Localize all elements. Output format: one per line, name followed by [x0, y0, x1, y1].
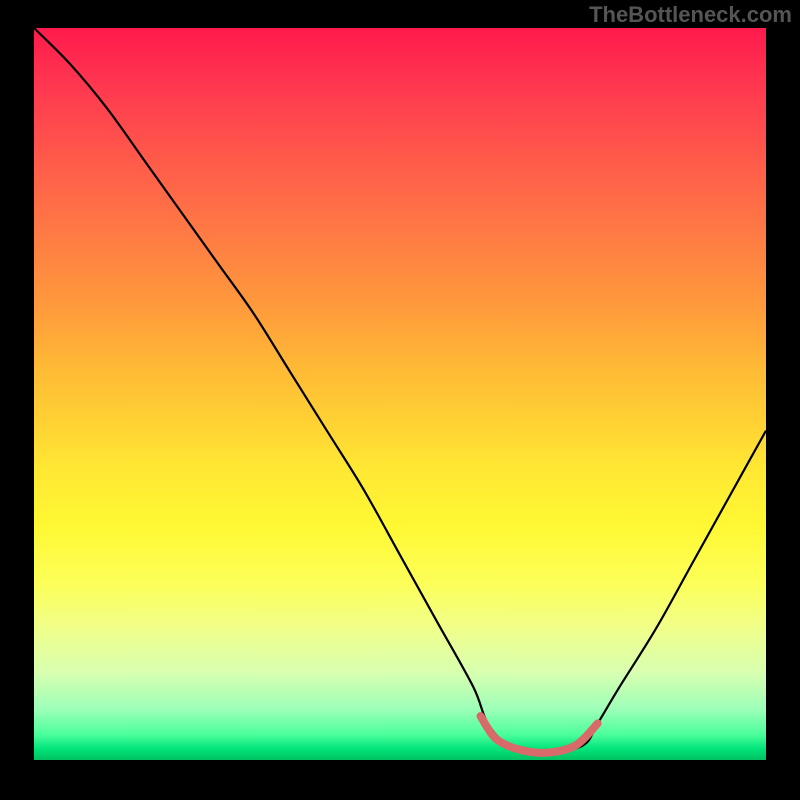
chart-svg [34, 28, 766, 760]
watermark-text: TheBottleneck.com [589, 2, 792, 28]
chart-plot-area [34, 28, 766, 760]
bottleneck-curve-line [34, 28, 766, 753]
